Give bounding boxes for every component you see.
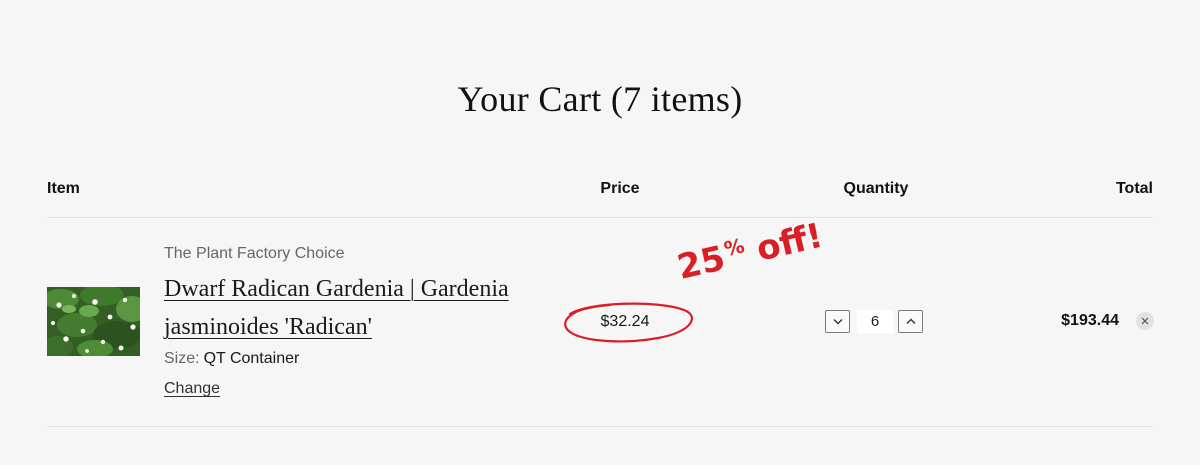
column-header-item: Item [47,180,80,197]
change-variant-link[interactable]: Change [164,380,220,398]
chevron-up-icon [906,318,915,324]
header-divider [47,217,1153,218]
discount-annotation: 25% off! [673,215,827,288]
column-header-total: Total [1115,180,1153,197]
variant-value: QT Container [203,350,300,367]
unit-price: $32.24 [600,313,650,330]
product-variant: Size: QT Container [164,350,299,368]
discount-number: 25 [673,238,729,288]
quantity-input[interactable] [857,310,893,333]
quantity-decrease-button[interactable] [825,310,850,333]
remove-item-button[interactable] [1136,312,1154,330]
product-thumbnail[interactable] [47,287,140,356]
chevron-down-icon [833,319,842,325]
line-total: $193.44 [1061,312,1119,329]
product-vendor: The Plant Factory Choice [164,245,345,262]
close-icon [1141,317,1149,325]
column-header-quantity: Quantity [843,180,909,197]
quantity-increase-button[interactable] [898,310,923,333]
discount-text: off! [741,215,827,273]
column-header-price: Price [600,180,640,197]
product-title-link[interactable]: Dwarf Radican Gardenia | Gardenia jasmin… [164,270,574,346]
page-title: Your Cart (7 items) [457,79,743,119]
variant-label: Size: [164,350,200,367]
row-divider [47,426,1153,427]
